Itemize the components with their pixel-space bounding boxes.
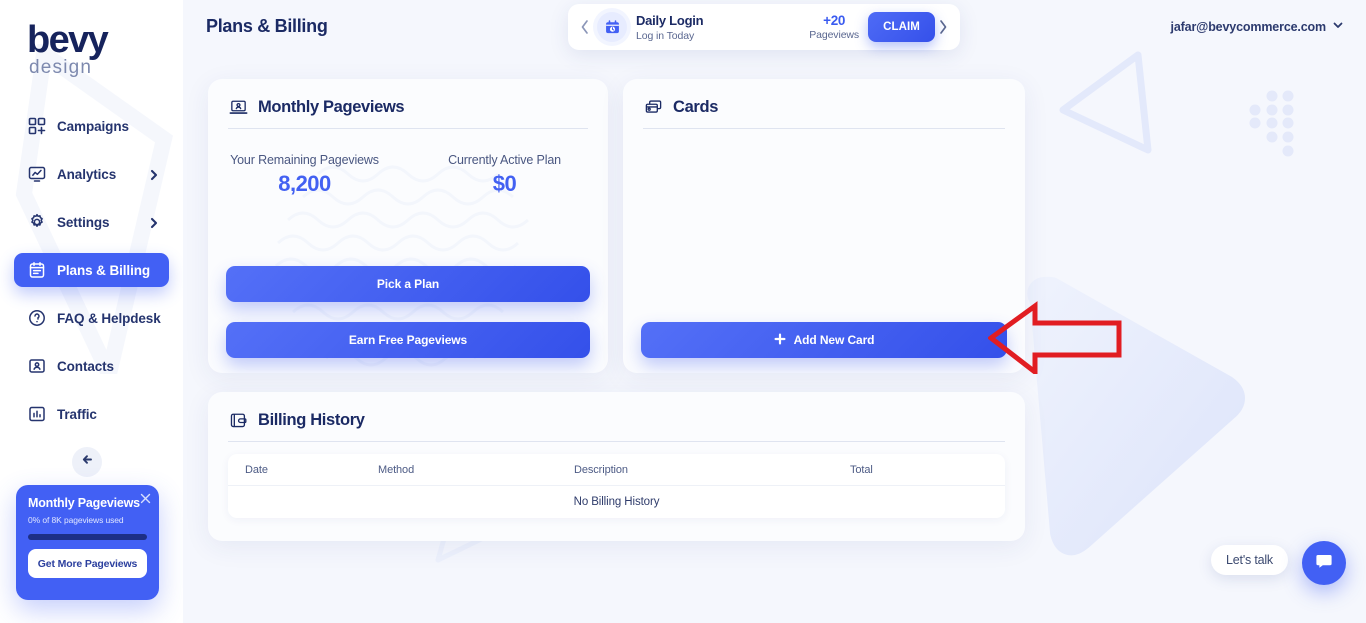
sidebar-item-faq-helpdesk[interactable]: FAQ & Helpdesk [14, 301, 169, 335]
column-header-total: Total [850, 463, 873, 476]
billing-history-table: Date Method Description Total No Billing… [228, 454, 1005, 518]
banner-text: Daily Login Log in Today [636, 13, 809, 42]
sidebar-item-label: Campaigns [57, 118, 129, 134]
panel-header: Billing History [208, 392, 1025, 430]
main-content: Plans & Billing Daily Login Log in Today [183, 0, 1366, 623]
pick-a-plan-label: Pick a Plan [376, 277, 440, 291]
earn-free-pageviews-label: Earn Free Pageviews [348, 333, 468, 347]
promo-title: Monthly Pageviews [28, 496, 140, 510]
add-new-card-label: Add New Card [793, 333, 875, 347]
stat-value: 8,200 [278, 171, 331, 196]
wallet-icon [228, 410, 248, 430]
chat-prompt-label[interactable]: Let's talk [1211, 545, 1288, 575]
calendar-clock-icon [597, 12, 627, 42]
column-header-date: Date [245, 463, 268, 476]
sidebar-item-analytics[interactable]: Analytics [14, 157, 169, 191]
sidebar-item-plans-billing[interactable]: Plans & Billing [14, 253, 169, 288]
stat-value: $0 [492, 171, 517, 196]
chevron-right-icon [148, 216, 160, 229]
sidebar-collapse-button[interactable] [72, 447, 102, 477]
banner-points: +20 Pageviews [809, 13, 859, 41]
add-new-card-button[interactable]: Add New Card [641, 322, 1007, 358]
banner-points-label: Pageviews [809, 29, 860, 41]
sidebar-item-label: Plans & Billing [57, 262, 151, 278]
banner-prev-button[interactable] [577, 19, 593, 35]
gear-icon [27, 213, 46, 232]
sidebar-nav: Campaigns Analytics Settings Plans & Bil… [0, 109, 183, 431]
laptop-user-icon [228, 97, 248, 117]
stat-label: Your Remaining Pageviews [230, 153, 379, 167]
question-circle-icon [27, 309, 46, 328]
panel-header: Monthly Pageviews [208, 79, 608, 117]
banner-title: Daily Login [636, 12, 704, 28]
grid-plus-icon [27, 117, 46, 136]
sidebar-item-contacts[interactable]: Contacts [14, 349, 169, 383]
sidebar-item-label: Contacts [57, 358, 114, 374]
stat-remaining-pageviews: Your Remaining Pageviews 8,200 [208, 153, 401, 197]
sidebar-item-label: Traffic [57, 406, 97, 422]
pageviews-stats: Your Remaining Pageviews 8,200 Currently… [208, 129, 608, 197]
promo-progress-bar [28, 534, 147, 540]
stat-label: Currently Active Plan [448, 153, 561, 167]
get-more-pageviews-button[interactable]: Get More Pageviews [28, 549, 147, 578]
stat-active-plan: Currently Active Plan $0 [401, 153, 608, 197]
panel-title: Billing History [258, 410, 365, 429]
credit-cards-icon [643, 97, 663, 117]
claim-button[interactable]: CLAIM [868, 12, 935, 42]
cards-panel: Cards Add New Card [623, 79, 1025, 373]
sidebar-item-campaigns[interactable]: Campaigns [14, 109, 169, 143]
column-header-description: Description [574, 463, 628, 476]
sidebar-item-traffic[interactable]: Traffic [14, 397, 169, 431]
panel-title: Cards [673, 97, 719, 116]
panel-title: Monthly Pageviews [258, 97, 405, 116]
divider [228, 441, 1005, 442]
page-title: Plans & Billing [206, 16, 328, 36]
table-header-row: Date Method Description Total [228, 454, 1005, 485]
close-icon[interactable] [140, 491, 151, 504]
brand-logo[interactable]: bevy design [0, 0, 183, 79]
calendar-list-icon [27, 261, 46, 280]
sidebar-item-label: Settings [57, 214, 110, 230]
brand-name: bevy [27, 19, 109, 61]
account-email: jafar@bevycommerce.com [1170, 19, 1327, 34]
daily-reward-banner: Daily Login Log in Today +20 Pageviews C… [568, 4, 960, 50]
banner-subtitle: Log in Today [636, 29, 695, 42]
chevron-down-icon [1332, 19, 1344, 34]
app-root: bevy design Campaigns Analytics Settings… [0, 0, 1366, 623]
monthly-pageviews-panel: Monthly Pageviews Your Remaining Pagevie… [208, 79, 608, 373]
column-header-method: Method [378, 463, 415, 476]
earn-free-pageviews-button[interactable]: Earn Free Pageviews [226, 322, 590, 358]
account-menu[interactable]: jafar@bevycommerce.com [1171, 19, 1345, 34]
chat-bubble-icon [1314, 551, 1334, 576]
contact-card-icon [27, 357, 46, 376]
pick-a-plan-button[interactable]: Pick a Plan [226, 266, 590, 302]
arrow-left-icon [81, 453, 94, 471]
sidebar-item-label: Analytics [57, 166, 117, 182]
bar-chart-icon [27, 405, 46, 424]
table-empty-message: No Billing History [228, 485, 1005, 518]
plus-icon [774, 333, 786, 348]
sidebar: bevy design Campaigns Analytics Settings… [0, 0, 183, 623]
promo-subtitle: 0% of 8K pageviews used [28, 515, 124, 525]
panel-header: Cards [623, 79, 1025, 117]
banner-points-value: +20 [823, 13, 846, 28]
sidebar-item-label: FAQ & Helpdesk [57, 310, 161, 326]
divider [643, 128, 1005, 129]
chevron-right-icon [148, 168, 160, 181]
billing-history-panel: Billing History Date Method Description … [208, 392, 1025, 541]
monitor-chart-icon [27, 165, 46, 184]
banner-next-button[interactable] [935, 19, 951, 35]
chat-launcher-button[interactable] [1302, 541, 1346, 585]
promo-card-monthly-pageviews: Monthly Pageviews 0% of 8K pageviews use… [16, 485, 159, 600]
sidebar-item-settings[interactable]: Settings [14, 205, 169, 239]
